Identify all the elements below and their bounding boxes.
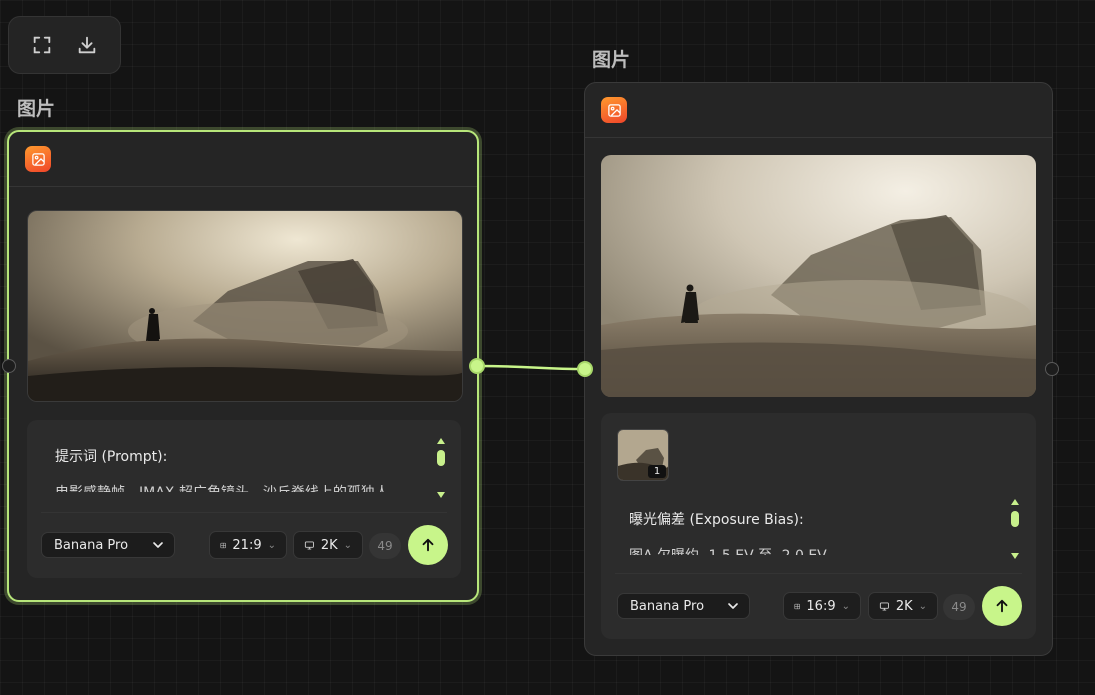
chevron-down-icon bbox=[150, 537, 166, 553]
left-image-node[interactable]: 提示词 (Prompt): 电影感静帧，IMAX 超广角镜头，沙丘脊线上的孤独人… bbox=[7, 130, 479, 602]
left-node-title: 图片 bbox=[17, 98, 56, 120]
resolution-dropdown[interactable]: 2K ⌄ bbox=[868, 592, 938, 620]
left-node-output-handle[interactable] bbox=[469, 358, 485, 374]
credit-count: 49 bbox=[369, 533, 401, 559]
aspect-ratio-dropdown[interactable]: 21:9 ⌄ bbox=[209, 531, 287, 559]
prompt-text[interactable]: 电影感静帧，IMAX 超广角镜头，沙丘脊线上的孤独人 bbox=[55, 482, 395, 492]
image-node-icon bbox=[25, 146, 51, 172]
image-icon bbox=[31, 152, 45, 166]
aspect-ratio-value: 16:9 bbox=[806, 598, 836, 614]
model-select[interactable]: Banana Pro bbox=[41, 532, 175, 558]
aspect-ratio-value: 21:9 bbox=[232, 537, 262, 553]
resolution-value: 2K bbox=[895, 598, 913, 614]
chevron-down-icon bbox=[725, 598, 741, 614]
scrollbar-thumb[interactable] bbox=[437, 450, 445, 466]
scroll-up-arrow[interactable] bbox=[1011, 499, 1019, 505]
model-select-value: Banana Pro bbox=[54, 537, 129, 553]
scroll-down-arrow[interactable] bbox=[1011, 553, 1019, 559]
resolution-value: 2K bbox=[320, 537, 338, 553]
scrollbar-thumb[interactable] bbox=[1011, 511, 1019, 527]
image-node-icon bbox=[601, 97, 627, 123]
chevron-down-icon: ⌄ bbox=[841, 600, 850, 612]
right-prompt-panel: 1 曝光偏差 (Exposure Bias): 图A 欠曝约 -1.5 EV 至… bbox=[601, 413, 1036, 639]
grid-icon bbox=[794, 603, 800, 609]
credit-count: 49 bbox=[943, 594, 975, 620]
thumbnail-index-badge: 1 bbox=[648, 465, 666, 478]
right-node-header bbox=[585, 83, 1052, 138]
chevron-down-icon: ⌄ bbox=[918, 600, 927, 612]
prompt-label: 提示词 (Prompt): bbox=[55, 449, 168, 465]
left-prompt-panel: 提示词 (Prompt): 电影感静帧，IMAX 超广角镜头，沙丘脊线上的孤独人… bbox=[27, 420, 461, 578]
desert-scene-image bbox=[601, 155, 1036, 397]
generate-button[interactable] bbox=[982, 586, 1022, 626]
monitor-icon bbox=[879, 601, 889, 611]
left-node-input-handle[interactable] bbox=[2, 359, 16, 373]
aspect-ratio-dropdown[interactable]: 16:9 ⌄ bbox=[783, 592, 861, 620]
grid-icon bbox=[220, 542, 226, 548]
generate-button[interactable] bbox=[408, 525, 448, 565]
desert-scene-image bbox=[28, 211, 462, 401]
right-node-input-handle[interactable] bbox=[577, 361, 593, 377]
divider bbox=[41, 512, 447, 513]
right-image-preview[interactable] bbox=[601, 155, 1036, 397]
reference-image-thumbnail[interactable]: 1 bbox=[617, 429, 669, 481]
chevron-down-icon: ⌄ bbox=[343, 539, 352, 551]
right-node-title: 图片 bbox=[592, 49, 631, 71]
resolution-dropdown[interactable]: 2K ⌄ bbox=[293, 531, 363, 559]
prompt-text[interactable]: 图A 欠曝约 -1.5 EV 至 -2.0 EV bbox=[629, 545, 969, 555]
left-image-preview[interactable] bbox=[27, 210, 463, 402]
prompt-label: 曝光偏差 (Exposure Bias): bbox=[629, 512, 804, 528]
right-image-node[interactable]: 1 曝光偏差 (Exposure Bias): 图A 欠曝约 -1.5 EV 至… bbox=[584, 82, 1053, 656]
image-icon bbox=[607, 103, 621, 117]
model-select-value: Banana Pro bbox=[630, 598, 705, 614]
right-node-output-handle[interactable] bbox=[1045, 362, 1059, 376]
chevron-down-icon: ⌄ bbox=[267, 539, 276, 551]
arrow-up-icon bbox=[422, 538, 434, 552]
model-select[interactable]: Banana Pro bbox=[617, 593, 750, 619]
monitor-icon bbox=[304, 540, 314, 550]
divider bbox=[615, 573, 1022, 574]
left-node-header bbox=[9, 132, 477, 187]
scroll-down-arrow[interactable] bbox=[437, 492, 445, 498]
scroll-up-arrow[interactable] bbox=[437, 438, 445, 444]
arrow-up-icon bbox=[996, 599, 1008, 613]
